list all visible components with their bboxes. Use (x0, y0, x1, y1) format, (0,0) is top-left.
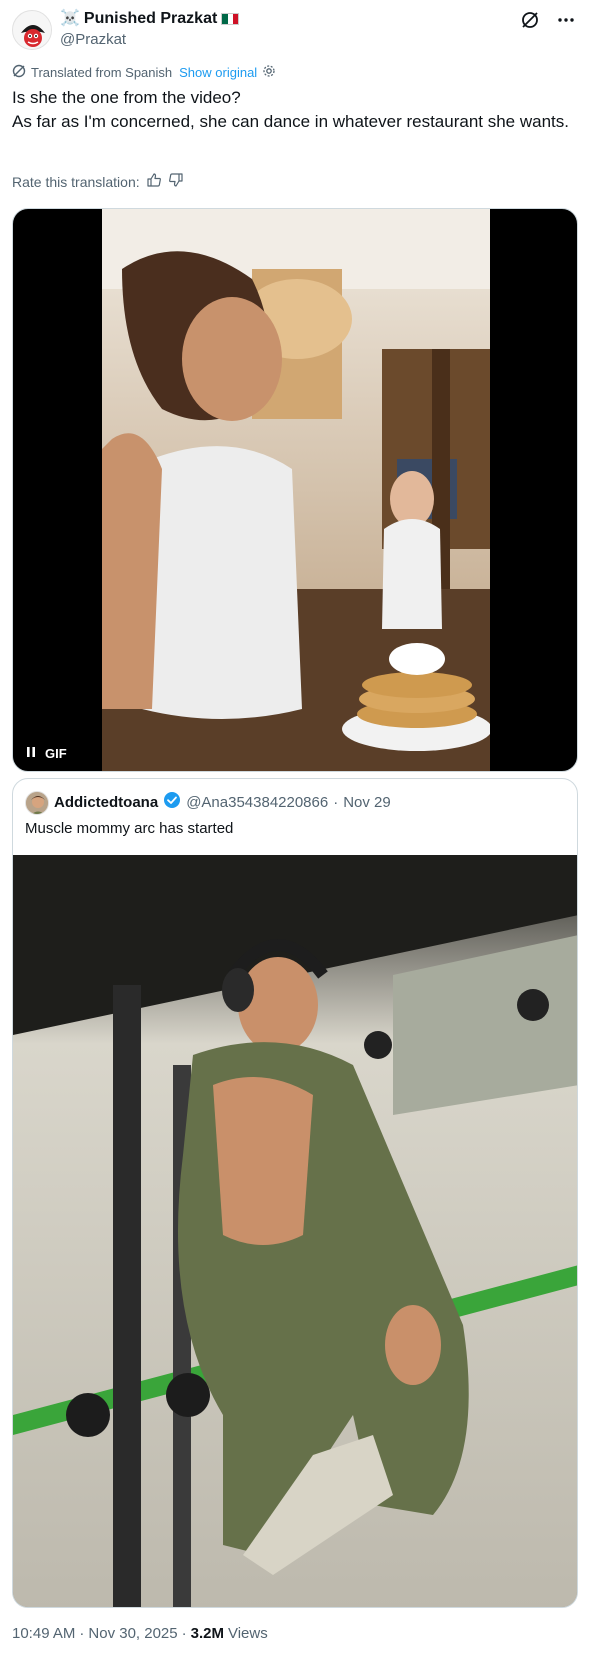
gif-controls: GIF (25, 746, 67, 761)
rate-translation: Rate this translation: (12, 172, 184, 191)
tweet-time[interactable]: 10:49 AM (12, 1625, 75, 1642)
views-label: Views (227, 1625, 268, 1642)
tweet-date[interactable]: Nov 30, 2025 (88, 1625, 177, 1642)
skull-emoji-icon: ☠️ (60, 10, 80, 27)
tweet-footer: 10:49 AM · Nov 30, 2025 · 3.2M Views (12, 1625, 268, 1642)
gif-media[interactable]: GIF (12, 208, 578, 772)
tweet-text: Is she the one from the video? As far as… (12, 86, 572, 134)
quoted-author-name[interactable]: Addictedtoana (54, 793, 158, 813)
rate-translation-label: Rate this translation: (12, 173, 140, 190)
grok-icon[interactable] (520, 10, 540, 35)
footer-separator-1: · (79, 1625, 85, 1642)
show-original-link[interactable]: Show original (179, 65, 257, 80)
footer-separator-2: · (181, 1625, 187, 1642)
translation-settings-icon[interactable] (262, 64, 276, 81)
quoted-tweet-header: Addictedtoana @Ana354384220866 · Nov 29 (25, 791, 391, 815)
quoted-tweet[interactable]: Addictedtoana @Ana354384220866 · Nov 29 … (12, 778, 578, 1608)
quoted-meta-separator: · (333, 794, 339, 811)
more-options-icon[interactable] (556, 10, 576, 35)
thumbs-down-icon[interactable] (168, 172, 184, 191)
views-count: 3.2M (190, 1625, 224, 1642)
translated-label: Translated from Spanish (31, 65, 173, 80)
restaurant-gif-image (102, 209, 490, 771)
tweet-text-line-2: As far as I'm concerned, she can dance i… (12, 112, 569, 131)
author-name-row[interactable]: ☠️ Punished Prazkat (60, 9, 240, 29)
gym-photo-image[interactable] (13, 855, 577, 1607)
tweet-header: ☠️ Punished Prazkat @Prazkat (12, 8, 578, 52)
author-avatar[interactable] (12, 10, 52, 50)
quoted-tweet-text: Muscle mommy arc has started (25, 820, 234, 837)
verified-badge-icon (163, 791, 181, 815)
translation-bar: Translated from Spanish Show original (12, 64, 276, 81)
header-actions (520, 10, 576, 35)
gif-badge-label: GIF (45, 746, 67, 761)
pause-icon[interactable] (25, 746, 37, 761)
author-display-name[interactable]: Punished Prazkat (84, 9, 217, 29)
tweet-text-line-1: Is she the one from the video? (12, 88, 241, 107)
thumbs-up-icon[interactable] (146, 172, 162, 191)
quoted-tweet-date[interactable]: Nov 29 (343, 793, 391, 813)
mexico-flag-icon (221, 13, 240, 25)
quoted-author-handle[interactable]: @Ana354384220866 (186, 793, 328, 813)
author-handle[interactable]: @Prazkat (60, 30, 126, 50)
translate-icon (12, 64, 26, 81)
quoted-author-avatar[interactable] (25, 791, 49, 815)
